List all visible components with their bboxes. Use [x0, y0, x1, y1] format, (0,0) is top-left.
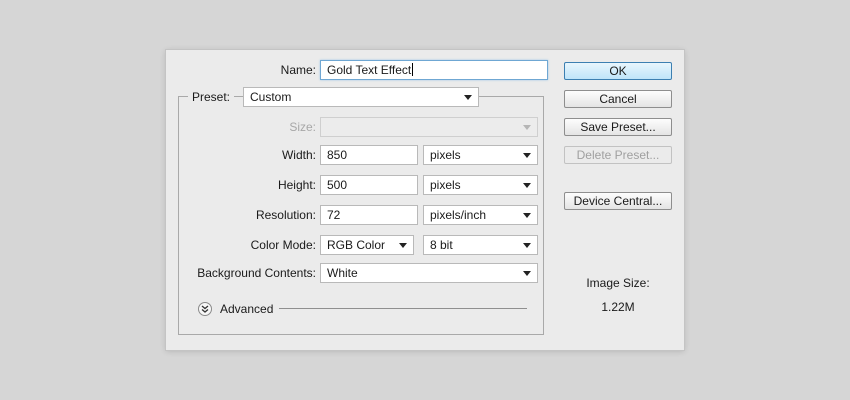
ok-button[interactable]: OK [564, 62, 672, 80]
chevron-down-icon [523, 183, 531, 188]
advanced-label[interactable]: Advanced [220, 300, 273, 318]
device-central-button[interactable]: Device Central... [564, 192, 672, 210]
width-input[interactable]: 850 [320, 145, 418, 165]
height-unit-value: pixels [430, 178, 461, 192]
chevron-down-icon [464, 95, 472, 100]
height-unit-select[interactable]: pixels [423, 175, 538, 195]
background-contents-label: Background Contents: [197, 266, 316, 280]
name-label: Name: [280, 63, 316, 77]
preset-value: Custom [250, 90, 292, 104]
resolution-unit-value: pixels/inch [430, 208, 487, 222]
size-label: Size: [289, 120, 316, 134]
resolution-label: Resolution: [255, 208, 316, 222]
bit-depth-select[interactable]: 8 bit [423, 235, 538, 255]
resolution-unit-select[interactable]: pixels/inch [423, 205, 538, 225]
resolution-value: 72 [327, 208, 341, 222]
image-size-value: 1.22M [601, 300, 635, 314]
expand-chevrons-icon[interactable] [198, 302, 212, 316]
resolution-input[interactable]: 72 [320, 205, 418, 225]
color-mode-label: Color Mode: [250, 238, 316, 252]
preset-label: Preset: [188, 87, 235, 107]
preset-select[interactable]: Custom [243, 87, 479, 107]
color-mode-value: RGB Color [327, 238, 386, 252]
background-contents-value: White [327, 266, 358, 280]
height-value: 500 [327, 178, 348, 192]
chevron-down-icon [523, 125, 531, 130]
chevron-down-icon [523, 271, 531, 276]
name-value: Gold Text Effect [327, 63, 412, 77]
save-preset-button[interactable]: Save Preset... [564, 118, 672, 136]
chevron-down-icon [523, 213, 531, 218]
advanced-divider [279, 308, 527, 309]
color-mode-select[interactable]: RGB Color [320, 235, 414, 255]
delete-preset-button[interactable]: Delete Preset... [564, 146, 672, 164]
width-unit-value: pixels [430, 148, 461, 162]
height-label: Height: [277, 178, 316, 192]
new-document-dialog: Name: Gold Text Effect Preset: Custom Si… [166, 50, 684, 350]
background-contents-select[interactable]: White [320, 263, 538, 283]
width-label: Width: [281, 148, 316, 162]
chevron-down-icon [523, 153, 531, 158]
width-value: 850 [327, 148, 348, 162]
height-input[interactable]: 500 [320, 175, 418, 195]
image-size-label: Image Size: [586, 276, 650, 290]
bit-depth-value: 8 bit [430, 238, 453, 252]
text-caret [412, 63, 414, 76]
width-unit-select[interactable]: pixels [423, 145, 538, 165]
chevron-down-icon [399, 243, 407, 248]
size-select[interactable] [320, 117, 538, 137]
cancel-button[interactable]: Cancel [564, 90, 672, 108]
chevron-down-icon [523, 243, 531, 248]
name-input[interactable]: Gold Text Effect [320, 60, 548, 80]
